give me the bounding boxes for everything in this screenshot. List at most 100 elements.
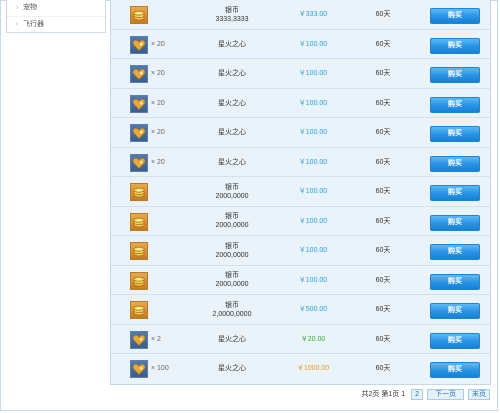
coin-bundle-icon — [130, 6, 148, 24]
item-name: 银币 — [225, 6, 239, 14]
item-quantity: × 20 — [151, 40, 165, 48]
buy-button[interactable]: 购买 — [430, 8, 480, 24]
item-price: ￥1000.00 — [296, 365, 330, 372]
sidebar-menu: › 宠物 › 飞行器 — [6, 0, 106, 33]
item-price: ￥333.00 — [298, 11, 328, 18]
page-2-link[interactable]: 2 — [411, 388, 423, 400]
product-row: × 20 星火之心 ￥100.00 60天 购买 — [111, 59, 490, 89]
item-name-cell: 银币 2000,0000 — [191, 236, 273, 265]
pagination-summary: 共2页 第1页 1 — [361, 391, 406, 398]
item-name: 银币 — [225, 213, 239, 220]
item-quantity: × 20 — [151, 129, 165, 136]
item-quantity: × 20 — [151, 99, 165, 107]
sidebar-item-aircraft[interactable]: › 飞行器 — [7, 17, 105, 33]
item-duration: 60天 — [375, 158, 391, 166]
buy-button[interactable]: 购买 — [430, 214, 480, 231]
coin-bundle-icon — [130, 242, 148, 260]
item-name: 银币 — [225, 272, 239, 279]
item-name: 星火之心 — [218, 40, 246, 48]
item-price: ￥100.00 — [298, 276, 328, 284]
buy-button[interactable]: 购买 — [430, 37, 480, 54]
item-amount: 2,0000,0000 — [212, 310, 252, 318]
item-duration: 60天 — [375, 217, 391, 225]
coin-bundle-icon — [130, 183, 148, 201]
product-row: × 20 星火之心 ￥100.00 60天 购买 — [111, 148, 490, 177]
item-price: ￥100.00 — [298, 247, 328, 254]
chevron-right-icon: › — [16, 4, 19, 11]
item-amount: 2000,0000 — [215, 192, 249, 200]
item-duration: 60天 — [375, 99, 391, 107]
item-duration: 60天 — [375, 365, 391, 372]
item-name: 星火之心 — [218, 365, 246, 372]
item-name-cell: 星火之心 — [191, 354, 273, 383]
item-name-cell: 银币 2000,0000 — [191, 207, 273, 236]
buy-button[interactable]: 购买 — [430, 244, 480, 260]
item-name-cell: 银币 2,0000,0000 — [191, 295, 273, 324]
star-heart-icon — [130, 360, 148, 378]
buy-button[interactable]: 购买 — [430, 126, 480, 142]
product-row: × 20 星火之心 ￥100.00 60天 购买 — [111, 118, 490, 148]
star-heart-icon — [130, 124, 148, 142]
item-duration: 60天 — [375, 188, 391, 195]
item-duration: 60天 — [375, 276, 391, 284]
product-row: × 20 星火之心 ￥100.00 60天 购买 — [111, 89, 490, 118]
item-duration: 60天 — [375, 70, 391, 77]
product-row: × 100 星火之心 ￥1000.00 60天 购买 — [111, 354, 490, 384]
item-price: ￥100.00 — [298, 188, 328, 195]
buy-button[interactable]: 购买 — [430, 185, 480, 201]
star-heart-icon — [130, 330, 148, 349]
item-price: ￥20.00 — [300, 335, 326, 343]
buy-button[interactable]: 购买 — [430, 303, 480, 319]
item-duration: 60天 — [375, 306, 391, 313]
item-name: 银币 — [225, 183, 239, 191]
item-name-cell: 星火之心 — [191, 325, 273, 354]
item-name: 星火之心 — [218, 70, 246, 77]
item-name-cell: 银币 3333,3333 — [191, 0, 273, 29]
item-duration: 60天 — [375, 40, 391, 48]
sidebar-item-pets[interactable]: › 宠物 — [7, 0, 105, 17]
star-heart-icon — [130, 153, 148, 172]
item-duration: 60天 — [375, 335, 391, 343]
buy-button[interactable]: 购买 — [430, 96, 480, 113]
buy-button[interactable]: 购买 — [430, 67, 480, 83]
item-price: ￥100.00 — [298, 40, 328, 48]
product-row: 银币 3333,3333 ￥333.00 60天 购买 — [111, 0, 490, 30]
item-quantity: × 20 — [151, 158, 165, 166]
buy-button[interactable]: 购买 — [430, 362, 480, 378]
next-page-button[interactable]: 下一页 — [427, 388, 464, 400]
product-row: × 20 星火之心 ￥100.00 60天 购买 — [111, 30, 490, 59]
item-name: 星火之心 — [218, 99, 246, 107]
product-row: × 2 星火之心 ￥20.00 60天 购买 — [111, 325, 490, 354]
pagination: 共2页 第1页 1 2 下一页 末页 — [361, 388, 490, 400]
item-amount: 2000,0000 — [215, 281, 249, 288]
item-name-cell: 星火之心 — [191, 30, 273, 59]
product-row: 银币 2000,0000 ￥100.00 60天 购买 — [111, 266, 490, 295]
item-price: ￥100.00 — [298, 99, 328, 107]
item-duration: 60天 — [375, 247, 391, 254]
last-page-button[interactable]: 末页 — [468, 388, 490, 400]
item-name: 星火之心 — [218, 335, 246, 343]
item-name: 星火之心 — [218, 129, 246, 136]
item-amount: 3333,3333 — [215, 15, 249, 23]
item-price: ￥100.00 — [298, 129, 328, 136]
buy-button[interactable]: 购买 — [430, 273, 480, 290]
item-name-cell: 银币 2000,0000 — [191, 177, 273, 206]
item-name-cell: 星火之心 — [191, 118, 273, 147]
buy-button[interactable]: 购买 — [430, 155, 480, 172]
buy-button[interactable]: 购买 — [430, 332, 480, 349]
item-price: ￥500.00 — [298, 306, 328, 313]
product-row: 银币 2,0000,0000 ￥500.00 60天 购买 — [111, 295, 490, 325]
item-duration: 60天 — [375, 11, 391, 18]
item-duration: 60天 — [375, 129, 391, 136]
product-row: 银币 2000,0000 ￥100.00 60天 购买 — [111, 177, 490, 207]
coin-bundle-icon — [130, 212, 148, 231]
star-heart-icon — [130, 94, 148, 113]
item-quantity: × 100 — [151, 365, 169, 372]
item-name: 星火之心 — [218, 158, 246, 166]
item-name-cell: 星火之心 — [191, 59, 273, 88]
item-name-cell: 星火之心 — [191, 148, 273, 177]
sidebar-item-label: 宠物 — [23, 4, 37, 11]
item-amount: 2000,0000 — [215, 222, 249, 229]
item-name: 银币 — [225, 242, 239, 250]
product-row: 银币 2000,0000 ￥100.00 60天 购买 — [111, 236, 490, 266]
